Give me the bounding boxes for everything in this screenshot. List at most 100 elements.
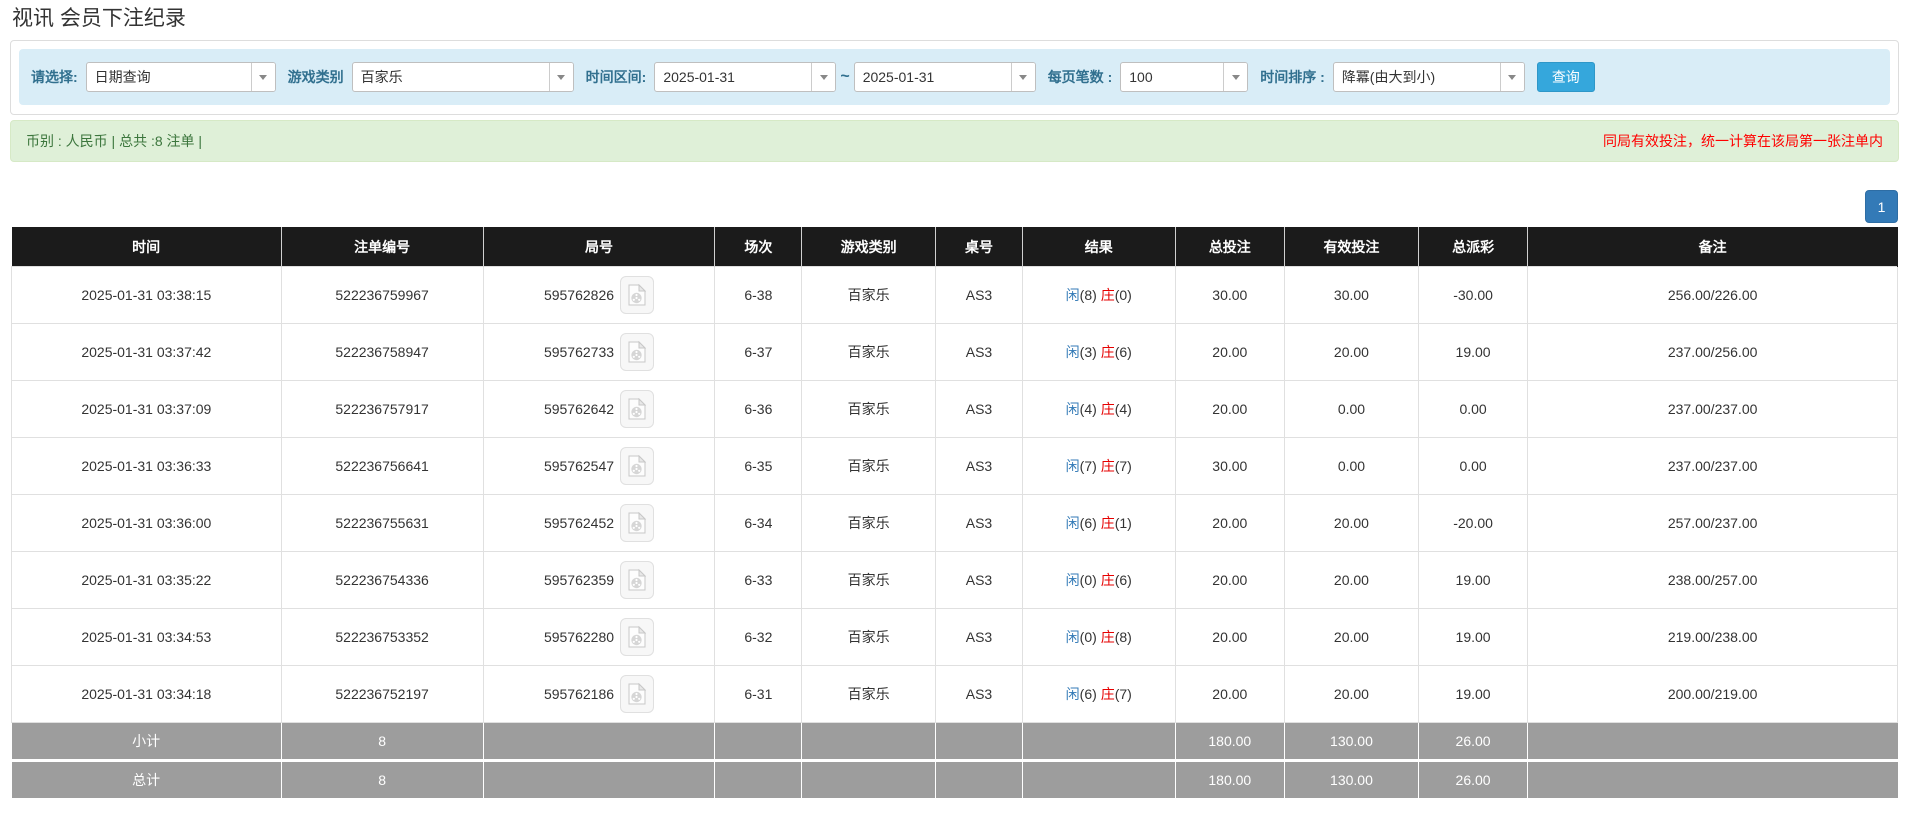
page-size-value: 100 — [1129, 69, 1153, 85]
result-banker-score: (1) — [1114, 515, 1132, 531]
cell-time: 2025-01-31 03:36:33 — [11, 437, 282, 495]
pagination-top: 1 — [11, 190, 1898, 223]
header-cell: 备注 — [1527, 227, 1898, 267]
header-cell: 场次 — [714, 227, 803, 267]
result-banker: 庄 — [1100, 344, 1115, 360]
cell-payout: -30.00 — [1417, 266, 1529, 324]
video-replay-button[interactable] — [620, 561, 655, 599]
sort-dropdown[interactable]: 降冪(由大到小) — [1332, 62, 1525, 92]
video-replay-button[interactable] — [620, 276, 655, 314]
video-replay-button[interactable] — [620, 618, 655, 656]
cell-result: 闲(4) 庄(4) — [1021, 380, 1176, 438]
summary-count: 8 — [281, 759, 484, 798]
sort-label: 时间排序 : — [1260, 69, 1325, 85]
cell-remark: 237.00/237.00 — [1527, 380, 1898, 438]
result-banker: 庄 — [1100, 572, 1115, 588]
game-type-label: 游戏类别 — [287, 69, 344, 85]
summary-valid-bet: 130.00 — [1284, 722, 1419, 761]
chevron-down-icon[interactable] — [1223, 63, 1248, 91]
chevron-down-icon[interactable] — [548, 63, 573, 91]
video-file-icon — [628, 455, 647, 477]
bet-table-footer: 小计 8 180.00 130.00 26.00 总计 8 180.00 130… — [11, 722, 1898, 798]
cell-valid-bet: 20.00 — [1284, 323, 1419, 381]
cell-table-no: AS3 — [935, 323, 1023, 381]
summary-label: 小计 — [11, 722, 282, 761]
date-to-picker[interactable]: 2025-01-31 — [853, 62, 1036, 92]
cell-time: 2025-01-31 03:38:15 — [11, 266, 282, 324]
video-replay-button[interactable] — [620, 675, 655, 713]
query-type-value: 日期查询 — [94, 69, 151, 85]
summary-row: 总计 8 180.00 130.00 26.00 — [11, 759, 1898, 798]
total-bet-link[interactable]: 20.00 — [1174, 323, 1286, 381]
result-player-score: (6) — [1079, 515, 1097, 531]
round-id: 595762280 — [543, 629, 615, 645]
video-replay-button[interactable] — [620, 447, 655, 485]
total-bet-link[interactable]: 30.00 — [1174, 437, 1286, 495]
result-player: 闲 — [1065, 686, 1080, 702]
cell-bet-id: 522236756641 — [280, 437, 484, 495]
cell-session: 6-33 — [714, 551, 803, 609]
chevron-down-icon[interactable] — [811, 63, 836, 91]
cell-session: 6-32 — [714, 608, 803, 666]
table-header-row: 时间 注单编号 局号 场次 游戏类别 桌号 结果 总投注 有效投注 总派彩 备注 — [11, 227, 1898, 267]
result-banker-score: (8) — [1114, 629, 1132, 645]
date-from-picker[interactable]: 2025-01-31 — [654, 62, 837, 92]
result-banker: 庄 — [1100, 458, 1115, 474]
total-bet-link[interactable]: 20.00 — [1174, 551, 1286, 609]
cell-result: 闲(6) 庄(1) — [1021, 494, 1176, 552]
bet-row: 2025-01-31 03:37:09 522236757917 5957626… — [11, 380, 1898, 438]
result-banker: 庄 — [1100, 686, 1115, 702]
cell-payout: 19.00 — [1417, 323, 1529, 381]
result-player-score: (0) — [1079, 629, 1097, 645]
summary-total-bet: 180.00 — [1175, 759, 1286, 798]
game-type-group: 游戏类别 百家乐 — [288, 62, 574, 92]
result-player: 闲 — [1065, 629, 1080, 645]
cell-table-no: AS3 — [935, 380, 1023, 438]
video-replay-button[interactable] — [620, 504, 655, 542]
result-player-score: (3) — [1079, 344, 1097, 360]
result-player: 闲 — [1065, 572, 1080, 588]
total-bet-link[interactable]: 20.00 — [1174, 608, 1286, 666]
cell-session: 6-35 — [714, 437, 803, 495]
cell-valid-bet: 20.00 — [1284, 551, 1419, 609]
result-player-score: (6) — [1079, 686, 1097, 702]
chevron-down-icon[interactable] — [250, 63, 275, 91]
cell-game-type: 百家乐 — [801, 323, 937, 381]
round-id: 595762186 — [543, 686, 615, 702]
result-banker-score: (6) — [1114, 344, 1132, 360]
bet-row: 2025-01-31 03:37:42 522236758947 5957627… — [11, 323, 1898, 381]
total-bet-link[interactable]: 20.00 — [1174, 380, 1286, 438]
header-cell: 有效投注 — [1284, 227, 1419, 267]
query-type-dropdown[interactable]: 日期查询 — [85, 62, 276, 92]
result-player: 闲 — [1065, 401, 1080, 417]
video-replay-button[interactable] — [620, 333, 655, 371]
result-player: 闲 — [1065, 287, 1080, 303]
summary-text: 币别 : 人民币 | 总共 :8 注单 | — [26, 133, 203, 149]
chevron-down-icon[interactable] — [1499, 63, 1524, 91]
page-size-dropdown[interactable]: 100 — [1120, 62, 1249, 92]
cell-round-id: 595762826 — [482, 266, 716, 324]
game-type-dropdown[interactable]: 百家乐 — [351, 62, 574, 92]
bet-table: 时间 注单编号 局号 场次 游戏类别 桌号 结果 总投注 有效投注 总派彩 备注 2025-01-3… — [11, 227, 1898, 798]
cell-bet-id: 522236753352 — [280, 608, 484, 666]
bet-row: 2025-01-31 03:36:33 522236756641 5957625… — [11, 437, 1898, 495]
total-bet-link[interactable]: 20.00 — [1174, 665, 1286, 723]
cell-remark: 256.00/226.00 — [1527, 266, 1898, 324]
cell-bet-id: 522236758947 — [280, 323, 484, 381]
page-button-1[interactable]: 1 — [1865, 190, 1898, 223]
cell-session: 6-31 — [714, 665, 803, 723]
bet-row: 2025-01-31 03:36:00 522236755631 5957624… — [11, 494, 1898, 552]
page-size-label: 每页笔数 : — [1047, 69, 1113, 85]
result-banker: 庄 — [1100, 515, 1115, 531]
total-bet-link[interactable]: 30.00 — [1174, 266, 1286, 324]
chevron-down-icon[interactable] — [1010, 63, 1035, 91]
bet-row: 2025-01-31 03:38:15 522236759967 5957628… — [11, 266, 1898, 324]
search-button[interactable]: 查询 — [1536, 62, 1595, 92]
header-cell: 总投注 — [1175, 227, 1286, 267]
cell-valid-bet: 20.00 — [1284, 494, 1419, 552]
cell-time: 2025-01-31 03:37:09 — [11, 380, 282, 438]
total-bet-link[interactable]: 20.00 — [1174, 494, 1286, 552]
cell-round-id: 595762280 — [482, 608, 716, 666]
cell-time: 2025-01-31 03:37:42 — [11, 323, 282, 381]
video-replay-button[interactable] — [620, 390, 655, 428]
